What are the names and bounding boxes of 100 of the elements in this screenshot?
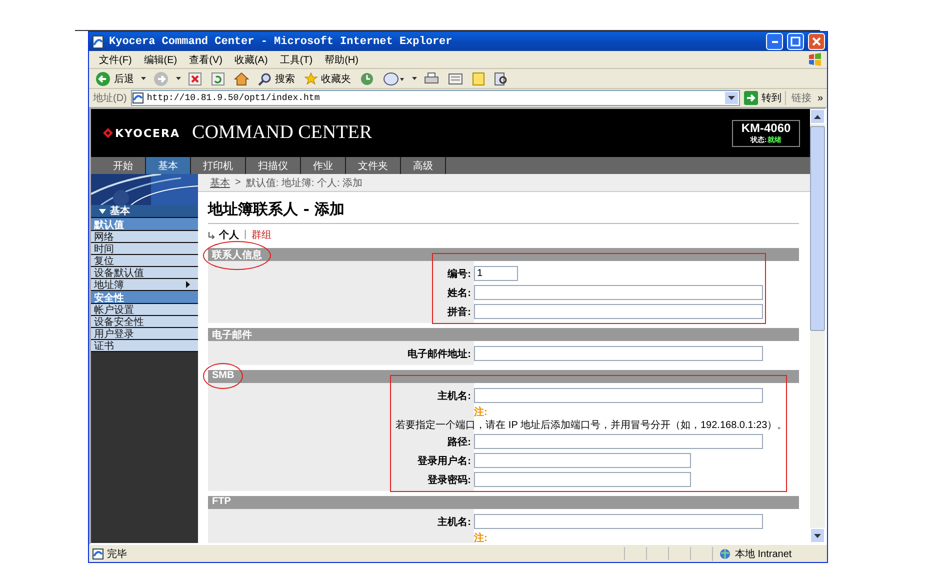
menu-item[interactable]: 编辑(E)	[138, 52, 184, 66]
sidebar-item[interactable]: 地址簿	[91, 279, 198, 291]
section-title: SMB	[212, 370, 234, 381]
research-icon	[494, 72, 508, 86]
address-label: 地址(D)	[93, 92, 127, 105]
dropdown-caret-icon	[412, 77, 417, 80]
input-field[interactable]	[474, 285, 763, 300]
back-button[interactable]: 后退	[93, 70, 136, 86]
field-label: 登录密码:	[426, 474, 472, 488]
window-title: Kyocera Command Center - Microsoft Internet Explorer	[109, 36, 454, 48]
up-caret-icon	[814, 114, 821, 118]
separator: |	[244, 229, 247, 241]
close-icon	[811, 36, 822, 47]
zone-text: 本地 Intranet	[735, 548, 792, 560]
maximize-icon	[790, 36, 801, 47]
menu-item[interactable]: 工具(T)	[274, 52, 319, 66]
field-label: 主机名:	[436, 389, 472, 404]
sidebar-item[interactable]: 帐户设置	[91, 304, 198, 316]
globe-icon	[719, 548, 732, 560]
forward-icon	[153, 70, 169, 86]
nav-tab[interactable]: 基本	[146, 157, 191, 174]
history-button[interactable]	[358, 72, 376, 86]
maximize-button[interactable]	[787, 33, 804, 50]
brand-logo: KYOCERA	[115, 126, 180, 140]
model-name: KM-4060	[741, 121, 791, 135]
sidebar-item[interactable]: 设备默认值	[91, 267, 198, 279]
go-button[interactable]: 转到	[744, 91, 782, 105]
status-text: 完毕	[107, 548, 128, 560]
input-field[interactable]	[474, 514, 763, 529]
menu-item[interactable]: 帮助(H)	[318, 52, 364, 66]
sidebar-group-header[interactable]: 基本	[91, 205, 198, 218]
go-arrow-icon	[744, 91, 758, 105]
dropdown-caret-icon	[176, 77, 181, 80]
field-label: 编号:	[446, 268, 472, 282]
page-icon	[91, 34, 105, 48]
links-button[interactable]: 链接	[785, 91, 814, 105]
edit-button[interactable]	[446, 72, 465, 86]
scrollbar-thumb[interactable]	[810, 126, 825, 331]
subnav-link[interactable]: 个人	[208, 228, 239, 242]
down-caret-icon	[814, 534, 821, 538]
section-title: FTP	[212, 496, 231, 507]
note-heading: 注:	[474, 405, 488, 419]
field-label: 登录用户名:	[416, 454, 472, 468]
refresh-icon	[211, 72, 225, 86]
breadcrumb-separator: >	[235, 177, 241, 188]
breadcrumb-link[interactable]: 基本	[210, 176, 230, 190]
more-chevron[interactable]: »	[817, 92, 823, 104]
star-icon	[304, 72, 318, 86]
scroll-down-button[interactable]	[810, 528, 825, 543]
stop-button[interactable]	[186, 72, 204, 86]
input-field[interactable]	[474, 388, 763, 403]
windows-flag-icon	[807, 52, 823, 68]
edit-icon	[448, 72, 463, 86]
input-field[interactable]	[474, 304, 763, 319]
note-heading: 注:	[474, 531, 488, 543]
print-button[interactable]	[422, 72, 441, 86]
arrow-icon	[208, 232, 216, 238]
home-button[interactable]	[232, 72, 251, 86]
sidebar-item[interactable]: 用户登录	[91, 328, 198, 340]
kyocera-logo-icon	[103, 128, 113, 138]
field-label: 姓名:	[446, 286, 472, 300]
address-field[interactable]: http://10.81.9.50/opt1/index.htm	[130, 90, 740, 106]
dropdown-caret-icon	[141, 77, 146, 80]
field-label: 拼音:	[446, 305, 472, 320]
input-field[interactable]	[474, 472, 691, 487]
refresh-button[interactable]	[209, 72, 227, 86]
input-field[interactable]: 1	[474, 266, 518, 281]
minimize-button[interactable]	[766, 33, 783, 50]
note-button[interactable]	[470, 72, 487, 86]
forward-button[interactable]	[151, 70, 171, 86]
field-label: 电子邮件地址:	[406, 348, 472, 362]
menu-item[interactable]: 文件(F)	[93, 52, 138, 66]
menu-item[interactable]: 查看(V)	[183, 52, 228, 66]
input-field[interactable]	[474, 434, 763, 449]
breadcrumb-path: 默认值: 地址簿: 个人: 添加	[246, 176, 363, 190]
subnav-link[interactable]: 群组	[252, 228, 272, 242]
stop-icon	[188, 72, 202, 86]
sidebar-item[interactable]: 时间	[91, 243, 198, 255]
input-field[interactable]	[474, 346, 763, 361]
search-button[interactable]: 搜索	[256, 72, 297, 86]
favorites-button[interactable]: 收藏夹	[302, 72, 353, 86]
sidebar-item[interactable]: 证书	[91, 340, 198, 352]
note-text: 若要指定一个端口，请在 IP 地址后添加端口号，并用冒号分开（如，192.168.0.1:23）。	[396, 419, 788, 432]
close-button[interactable]	[808, 33, 825, 50]
section-title: 联系人信息	[212, 250, 262, 261]
sidebar-item[interactable]: 设备安全性	[91, 316, 198, 328]
scroll-up-button[interactable]	[810, 109, 825, 124]
menu-item[interactable]: 收藏(A)	[228, 52, 274, 66]
history-icon	[360, 72, 374, 86]
page-icon	[92, 548, 104, 560]
back-icon	[95, 70, 111, 86]
input-field[interactable]	[474, 453, 691, 468]
print-icon	[424, 72, 439, 86]
home-icon	[234, 72, 249, 86]
sidebar-item[interactable]: 网络	[91, 231, 198, 243]
search-icon	[258, 72, 272, 86]
sidebar-item[interactable]: 复位	[91, 255, 198, 267]
minimize-icon	[772, 40, 778, 42]
product-title: COMMAND CENTER	[192, 122, 374, 144]
page-icon	[132, 92, 144, 104]
